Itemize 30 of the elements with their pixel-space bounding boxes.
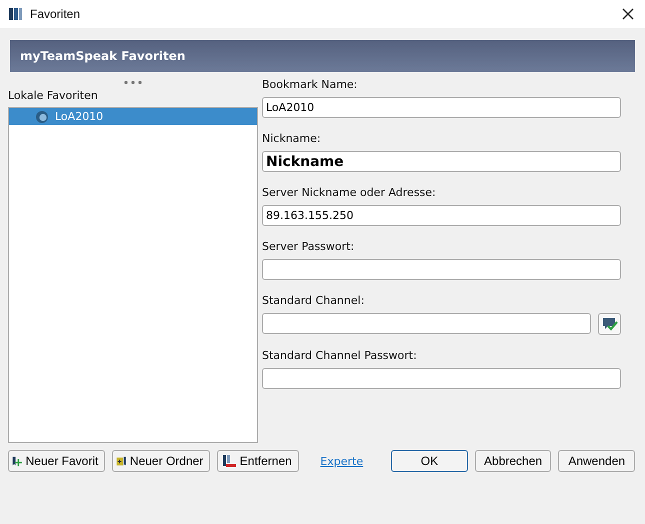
- window-title: Favoriten: [30, 7, 82, 21]
- toolbar-button[interactable]: Entfernen: [217, 450, 300, 472]
- expert-link[interactable]: Experte: [320, 454, 364, 468]
- toolbar-button[interactable]: Neuer Ordner: [112, 450, 210, 472]
- field-label: Standard Channel:: [262, 294, 366, 307]
- remove-bookmark-icon: [222, 454, 237, 468]
- dialog-button[interactable]: Anwenden: [558, 450, 635, 472]
- bookmarks-icon: [8, 7, 24, 21]
- sidebar-title: Lokale Favoriten: [8, 89, 99, 102]
- server-icon: [35, 110, 49, 124]
- tree-item[interactable]: LoA2010: [9, 108, 257, 125]
- input-field[interactable]: LoA2010: [262, 97, 621, 118]
- field-label: Nickname:: [262, 132, 322, 145]
- header-title: myTeamSpeak Favoriten: [20, 49, 186, 63]
- field-label: Server Passwort:: [262, 240, 356, 253]
- input-field[interactable]: [262, 368, 621, 389]
- splitter-handle[interactable]: [123, 80, 143, 85]
- field-label: Server Nickname oder Adresse:: [262, 186, 437, 199]
- dialog-button[interactable]: OK: [391, 450, 468, 472]
- input-field[interactable]: 89.163.155.250: [262, 205, 621, 226]
- field-label: Bookmark Name:: [262, 78, 358, 91]
- dialog-button[interactable]: Abbrechen: [474, 450, 552, 472]
- close-icon[interactable]: [622, 8, 634, 20]
- field-label: Standard Channel Passwort:: [262, 349, 418, 362]
- toolbar-button[interactable]: Neuer Favorit: [8, 450, 106, 472]
- input-field[interactable]: [262, 259, 621, 280]
- chat-check-icon: [602, 317, 618, 331]
- input-field[interactable]: Nickname: [262, 151, 621, 172]
- channel-picker-button[interactable]: [598, 313, 621, 335]
- input-field[interactable]: [262, 313, 591, 334]
